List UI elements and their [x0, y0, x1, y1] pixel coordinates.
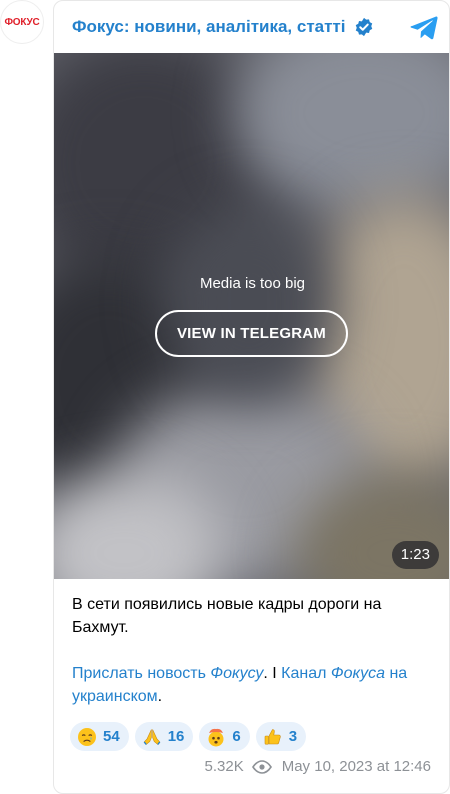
eye-icon	[251, 759, 272, 774]
video-duration-badge: 1:23	[391, 541, 439, 569]
avatar-logo-text: ФОКУС	[4, 16, 40, 28]
media-preview[interactable]: Media is too big VIEW IN TELEGRAM 1:23	[54, 53, 449, 579]
post-headline: В сети появились новые кадры дороги на Б…	[72, 596, 382, 636]
telegram-icon[interactable]	[409, 12, 439, 42]
crying-face-icon	[78, 727, 96, 746]
post-date[interactable]: May 10, 2023 at 12:46	[282, 758, 431, 775]
post-header: Фокус: новини, аналітика, статті	[54, 1, 449, 53]
send-news-link[interactable]: Прислать новость Фокусу	[72, 665, 263, 682]
view-in-telegram-button[interactable]: VIEW IN TELEGRAM	[155, 310, 348, 357]
reaction-count: 6	[232, 728, 241, 745]
reactions-bar: 54 16 6 3	[70, 722, 307, 751]
post-links: Прислать новость Фокусу. I Канал Фокуса …	[72, 665, 408, 705]
post-text: В сети появились новые кадры дороги на Б…	[72, 593, 432, 708]
thumbs-up-icon	[264, 728, 281, 744]
reaction-count: 3	[288, 728, 298, 745]
folded-hands-icon	[143, 728, 161, 745]
post-meta: 5.32K May 10, 2023 at 12:46	[205, 758, 431, 775]
channel-title[interactable]: Фокус: новини, аналітика, статті	[72, 17, 346, 37]
reaction-thumbs-up[interactable]: 3	[255, 722, 307, 751]
reaction-count: 16	[167, 728, 185, 745]
verified-badge-icon	[355, 17, 372, 37]
media-too-big-message: Media is too big	[199, 275, 306, 292]
post-card: Фокус: новини, аналітика, статті Media i…	[53, 0, 450, 794]
exploding-head-icon	[208, 728, 224, 746]
reaction-pray[interactable]: 16	[134, 722, 194, 751]
reaction-mind-blown[interactable]: 6	[199, 722, 250, 751]
reaction-crying[interactable]: 54	[70, 722, 129, 751]
reaction-count: 54	[103, 728, 120, 745]
view-count: 5.32K	[204, 758, 244, 775]
channel-avatar[interactable]: ФОКУС	[0, 0, 44, 44]
